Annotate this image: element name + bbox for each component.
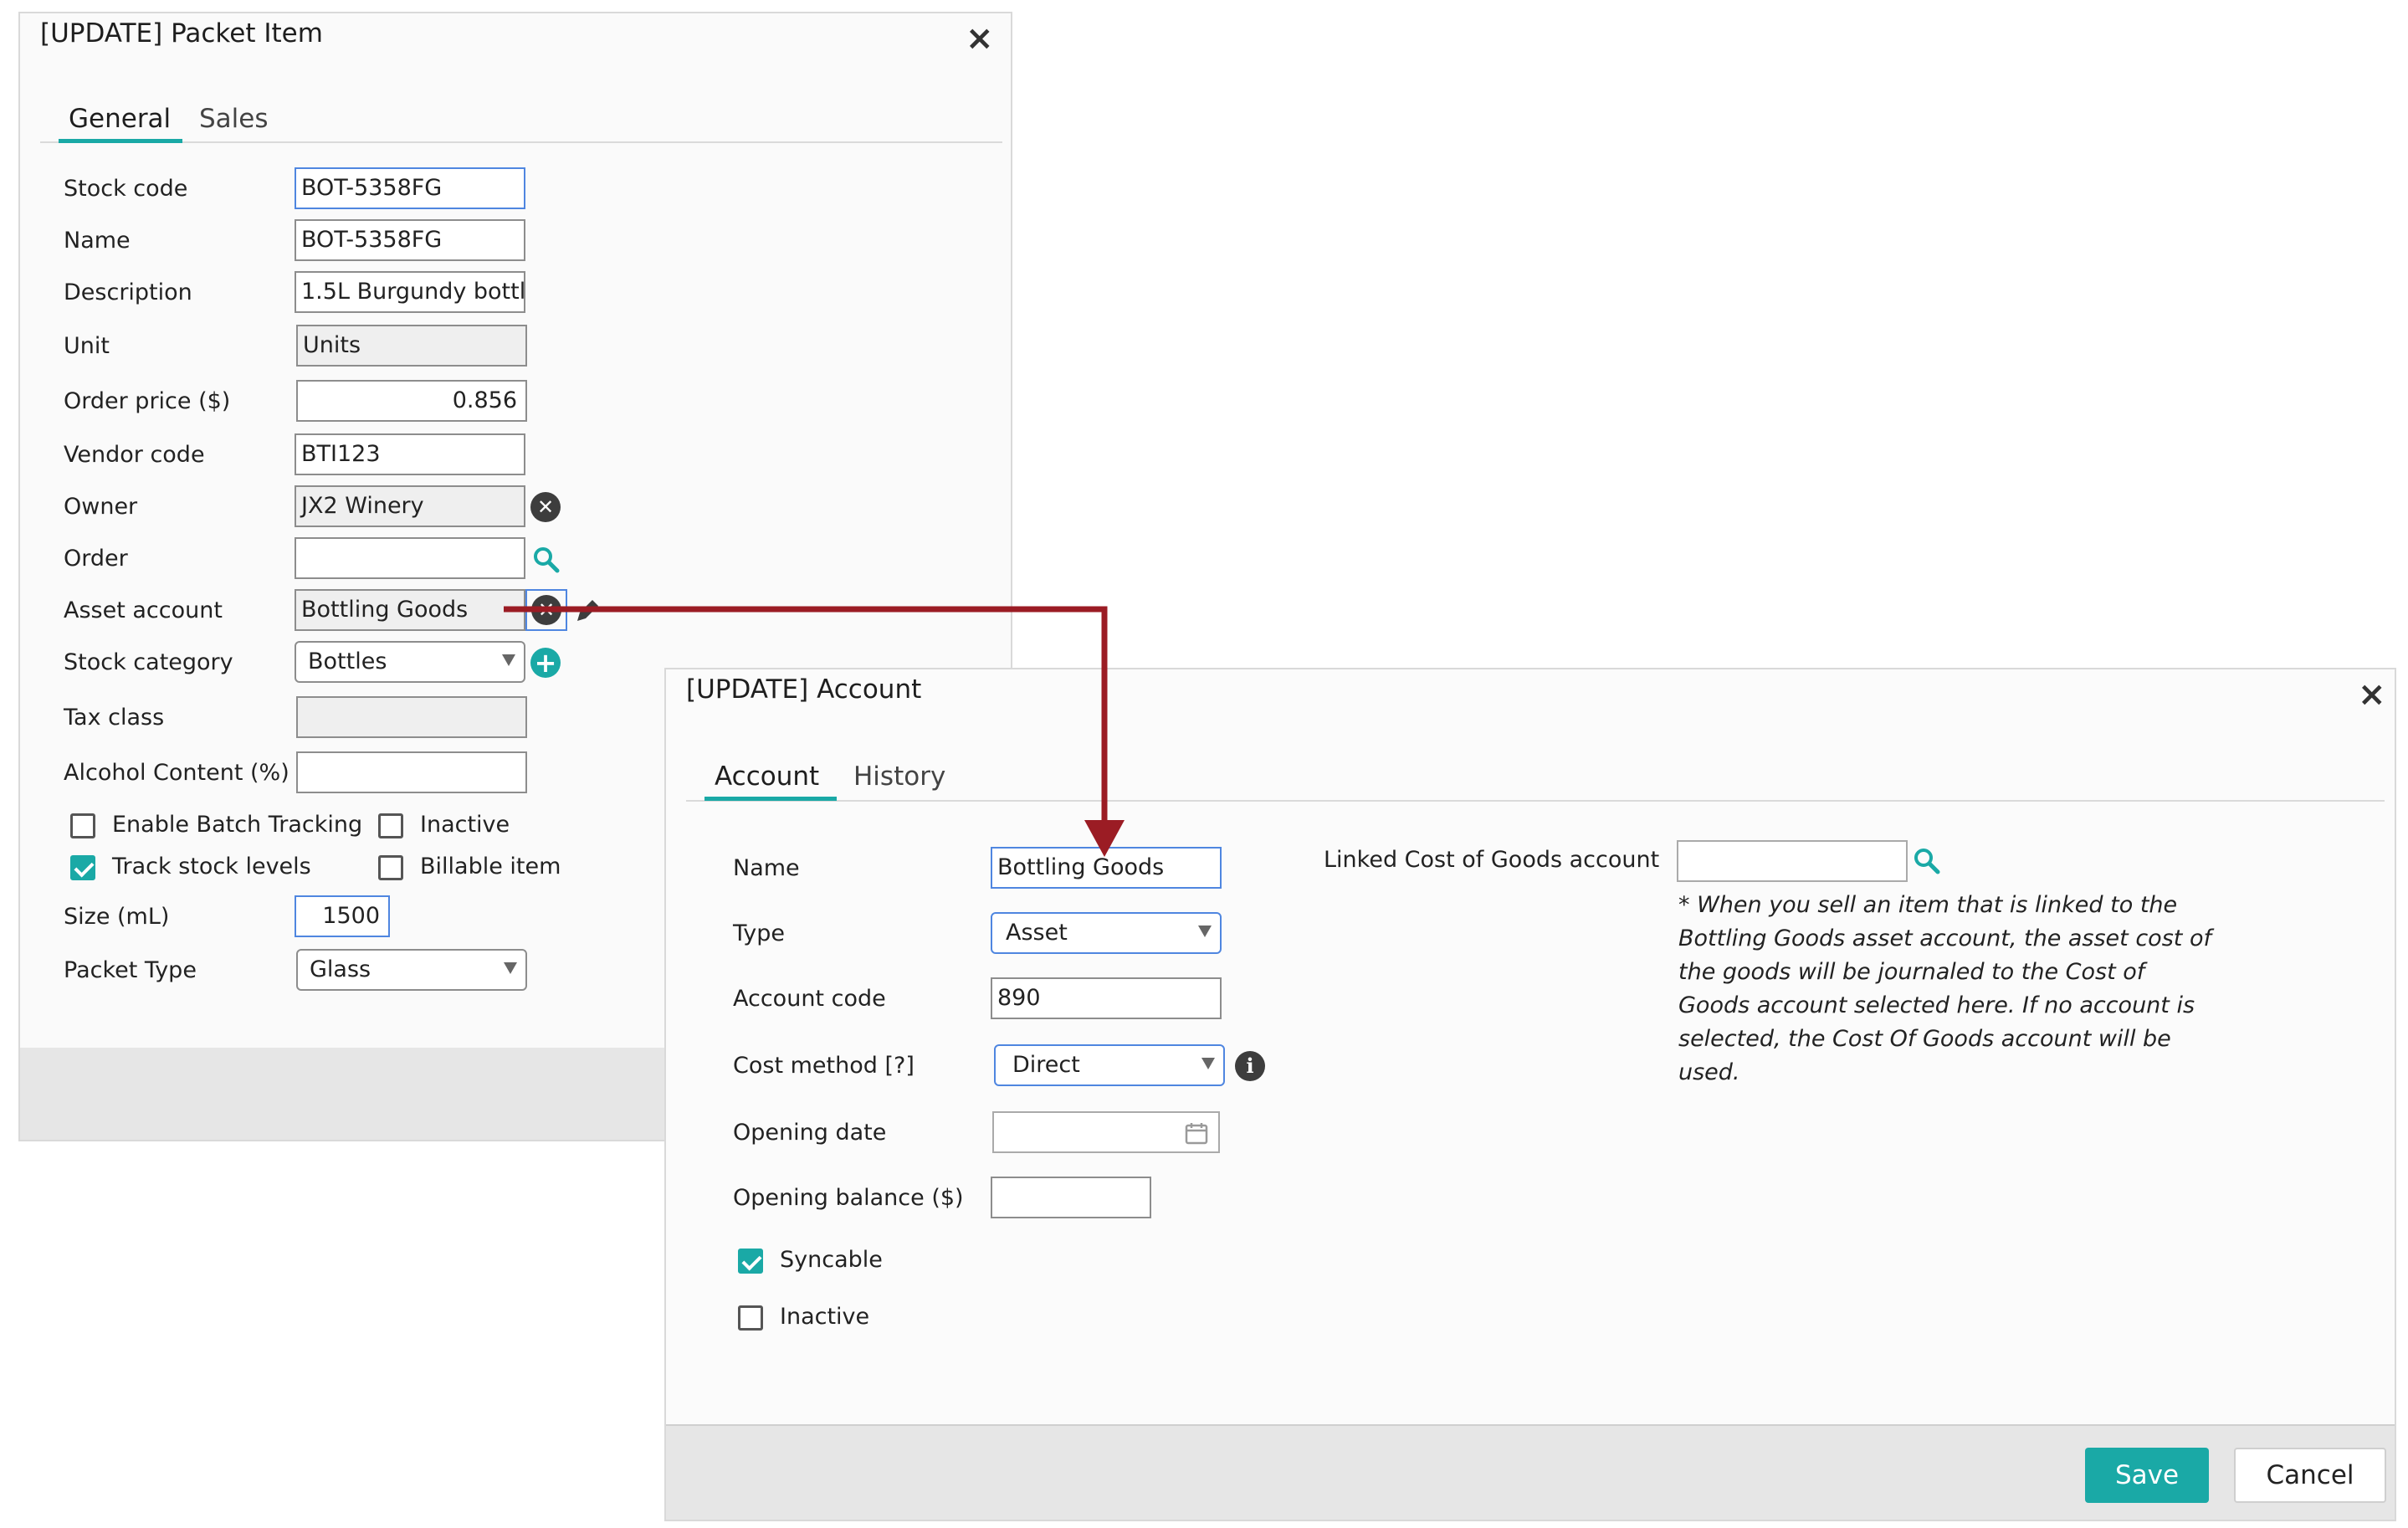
annotation-arrow [504, 606, 1125, 857]
